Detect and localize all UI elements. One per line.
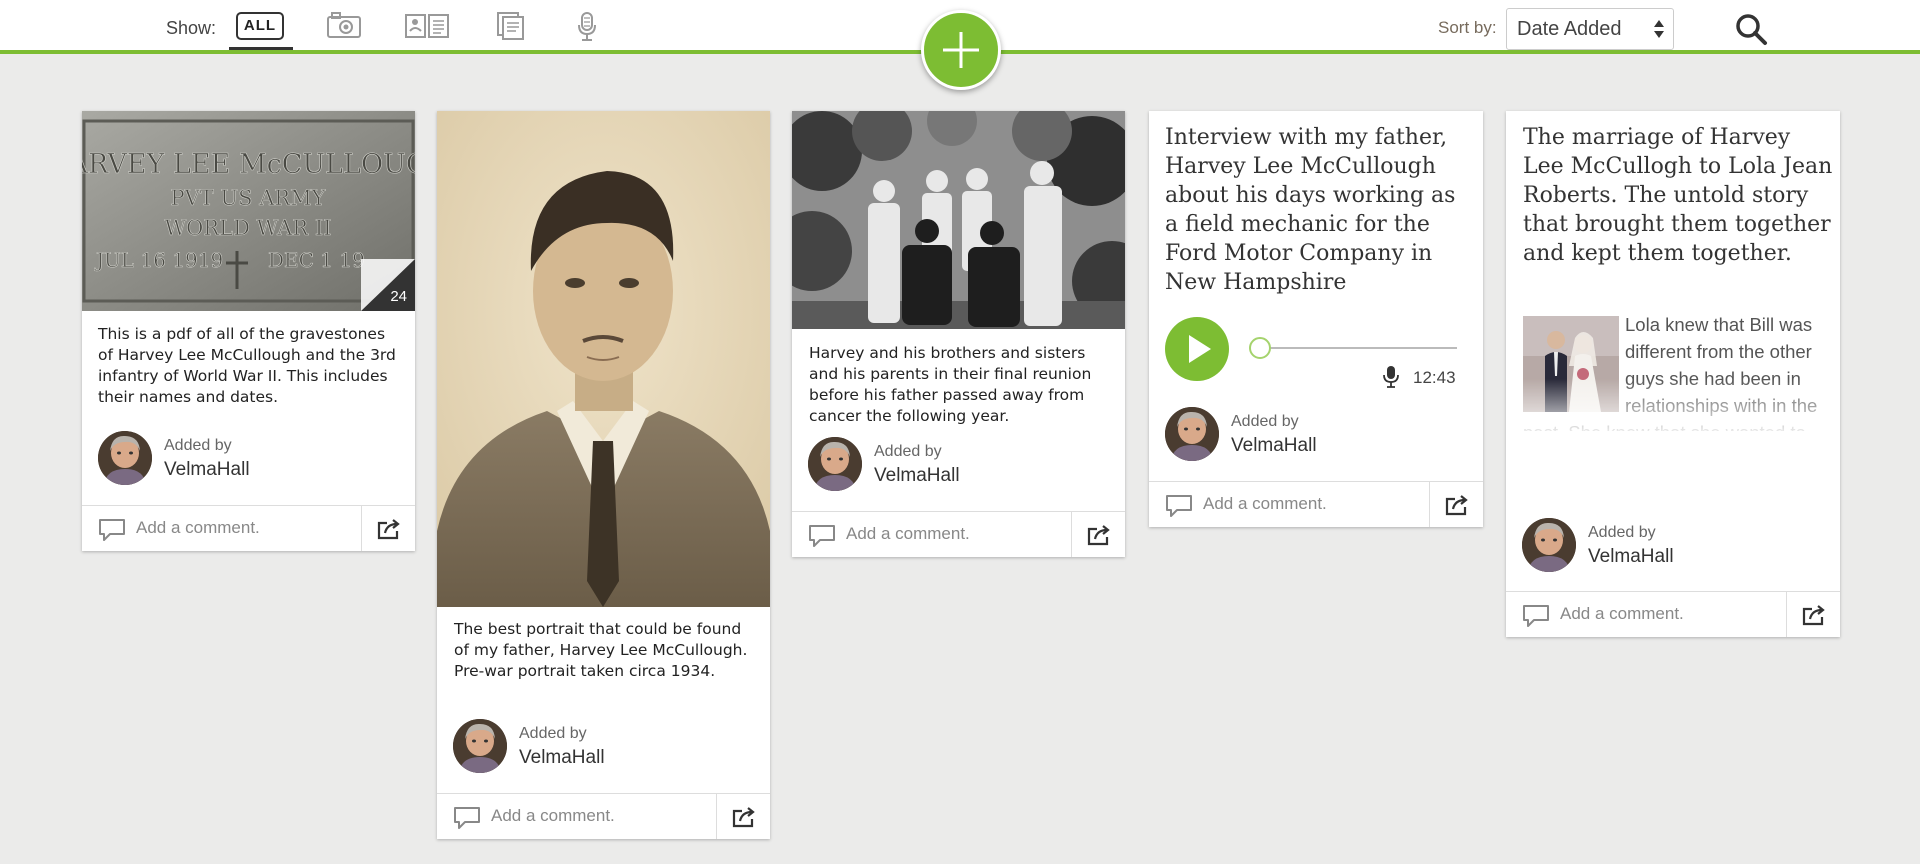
gravestone-image[interactable]: HARVEY LEE McCULLOUGH PVT US ARMY WORLD … <box>82 111 415 311</box>
excerpt-fade <box>1506 379 1840 439</box>
card-footer: Add a comment. <box>82 505 415 551</box>
card-footer: Add a comment. <box>1506 591 1840 637</box>
added-by-block: Added by VelmaHall <box>808 437 1058 493</box>
photo-card: Harvey and his brothers and sisters and … <box>792 111 1125 557</box>
comment-input[interactable]: Add a comment. <box>136 518 260 538</box>
card-caption: The best portrait that could be found of… <box>454 620 748 680</box>
camera-icon <box>327 12 361 38</box>
family-reunion-image[interactable] <box>792 111 1125 329</box>
share-button[interactable] <box>1071 512 1125 557</box>
svg-text:WORLD WAR II: WORLD WAR II <box>165 216 332 240</box>
username-link[interactable]: VelmaHall <box>1588 546 1674 568</box>
username-link[interactable]: VelmaHall <box>1231 435 1317 457</box>
sort-arrows-icon <box>1654 20 1664 38</box>
card-footer: Add a comment. <box>437 793 770 839</box>
comment-icon <box>98 518 126 542</box>
search-icon <box>1736 14 1767 45</box>
comment-input[interactable]: Add a comment. <box>1560 604 1684 624</box>
comment-input[interactable]: Add a comment. <box>491 806 615 826</box>
svg-text:DEC 1 19: DEC 1 19 <box>268 248 365 272</box>
audio-progress-knob[interactable] <box>1249 337 1271 359</box>
story-filter-button[interactable] <box>496 11 526 46</box>
audio-filter-button[interactable] <box>576 11 598 48</box>
microphone-icon <box>578 12 596 41</box>
portrait-illustration <box>437 111 770 607</box>
share-icon <box>732 806 756 828</box>
sort-label: Sort by: <box>1438 18 1497 37</box>
card-footer: Add a comment. <box>1149 481 1483 527</box>
avatar[interactable] <box>98 431 152 485</box>
active-filter-underline <box>229 47 293 50</box>
add-memory-button[interactable] <box>921 10 1001 90</box>
story-card: The marriage of Harvey Lee McCullogh to … <box>1506 111 1840 637</box>
comment-icon <box>1165 494 1193 518</box>
share-icon <box>1087 524 1111 546</box>
share-icon <box>1445 494 1469 516</box>
play-icon <box>1189 335 1211 363</box>
share-icon <box>377 518 401 540</box>
avatar[interactable] <box>1165 407 1219 461</box>
audio-progress-track[interactable] <box>1257 347 1457 349</box>
audio-title: Interview with my father, Harvey Lee McC… <box>1165 125 1456 295</box>
avatar[interactable] <box>453 719 507 773</box>
show-label: Show: <box>166 18 217 38</box>
open-book-icon <box>405 14 449 38</box>
added-by-label: Added by <box>1231 413 1299 430</box>
audio-card: Interview with my father, Harvey Lee McC… <box>1149 111 1483 527</box>
svg-text:HARVEY LEE McCULLOUGH: HARVEY LEE McCULLOUGH <box>82 149 415 180</box>
comment-icon <box>1522 604 1550 628</box>
card-footer: Add a comment. <box>792 511 1125 557</box>
card-caption: Harvey and his brothers and sisters and … <box>809 344 1092 425</box>
family-photo-illustration <box>792 111 1125 329</box>
photo-card: The best portrait that could be found of… <box>437 111 770 839</box>
comment-input[interactable]: Add a comment. <box>846 524 970 544</box>
added-by-block: Added by VelmaHall <box>1522 518 1772 574</box>
audio-duration: 12:43 <box>1413 368 1456 387</box>
comment-icon <box>453 806 481 830</box>
microphone-icon <box>1383 366 1399 388</box>
plus-icon <box>943 32 979 68</box>
added-by-label: Added by <box>874 443 942 460</box>
added-by-label: Added by <box>164 437 232 454</box>
play-button[interactable] <box>1165 317 1229 381</box>
svg-text:JUL 16 1919: JUL 16 1919 <box>94 248 223 272</box>
share-button[interactable] <box>1429 482 1483 527</box>
document-card: HARVEY LEE McCULLOUGH PVT US ARMY WORLD … <box>82 111 415 551</box>
avatar[interactable] <box>808 437 862 491</box>
username-link[interactable]: VelmaHall <box>164 459 250 481</box>
svg-text:PVT US ARMY: PVT US ARMY <box>170 186 326 210</box>
share-button[interactable] <box>1786 592 1840 637</box>
username-link[interactable]: VelmaHall <box>519 747 605 769</box>
added-by-block: Added by VelmaHall <box>453 719 703 775</box>
added-by-label: Added by <box>1588 524 1656 541</box>
document-filter-button[interactable] <box>404 11 450 44</box>
avatar[interactable] <box>1522 518 1576 572</box>
stacked-pages-icon <box>497 12 524 40</box>
comment-icon <box>808 524 836 548</box>
sort-dropdown[interactable]: Date Added <box>1506 8 1674 50</box>
added-by-block: Added by VelmaHall <box>98 431 348 487</box>
filter-all-button[interactable]: ALL <box>236 12 284 40</box>
sort-value: Date Added <box>1517 18 1622 40</box>
share-icon <box>1802 604 1826 626</box>
page-count-badge: 24 <box>361 259 415 311</box>
portrait-image[interactable] <box>437 111 770 607</box>
search-button[interactable] <box>1734 12 1768 46</box>
story-title: The marriage of Harvey Lee McCullogh to … <box>1523 125 1833 266</box>
card-caption: This is a pdf of all of the gravestones … <box>98 325 396 406</box>
added-by-block: Added by VelmaHall <box>1165 407 1415 463</box>
username-link[interactable]: VelmaHall <box>874 465 960 487</box>
share-button[interactable] <box>361 506 415 551</box>
page-count: 24 <box>390 288 407 305</box>
photo-filter-button[interactable] <box>326 11 362 44</box>
comment-input[interactable]: Add a comment. <box>1203 494 1327 514</box>
share-button[interactable] <box>716 794 770 839</box>
added-by-label: Added by <box>519 725 587 742</box>
